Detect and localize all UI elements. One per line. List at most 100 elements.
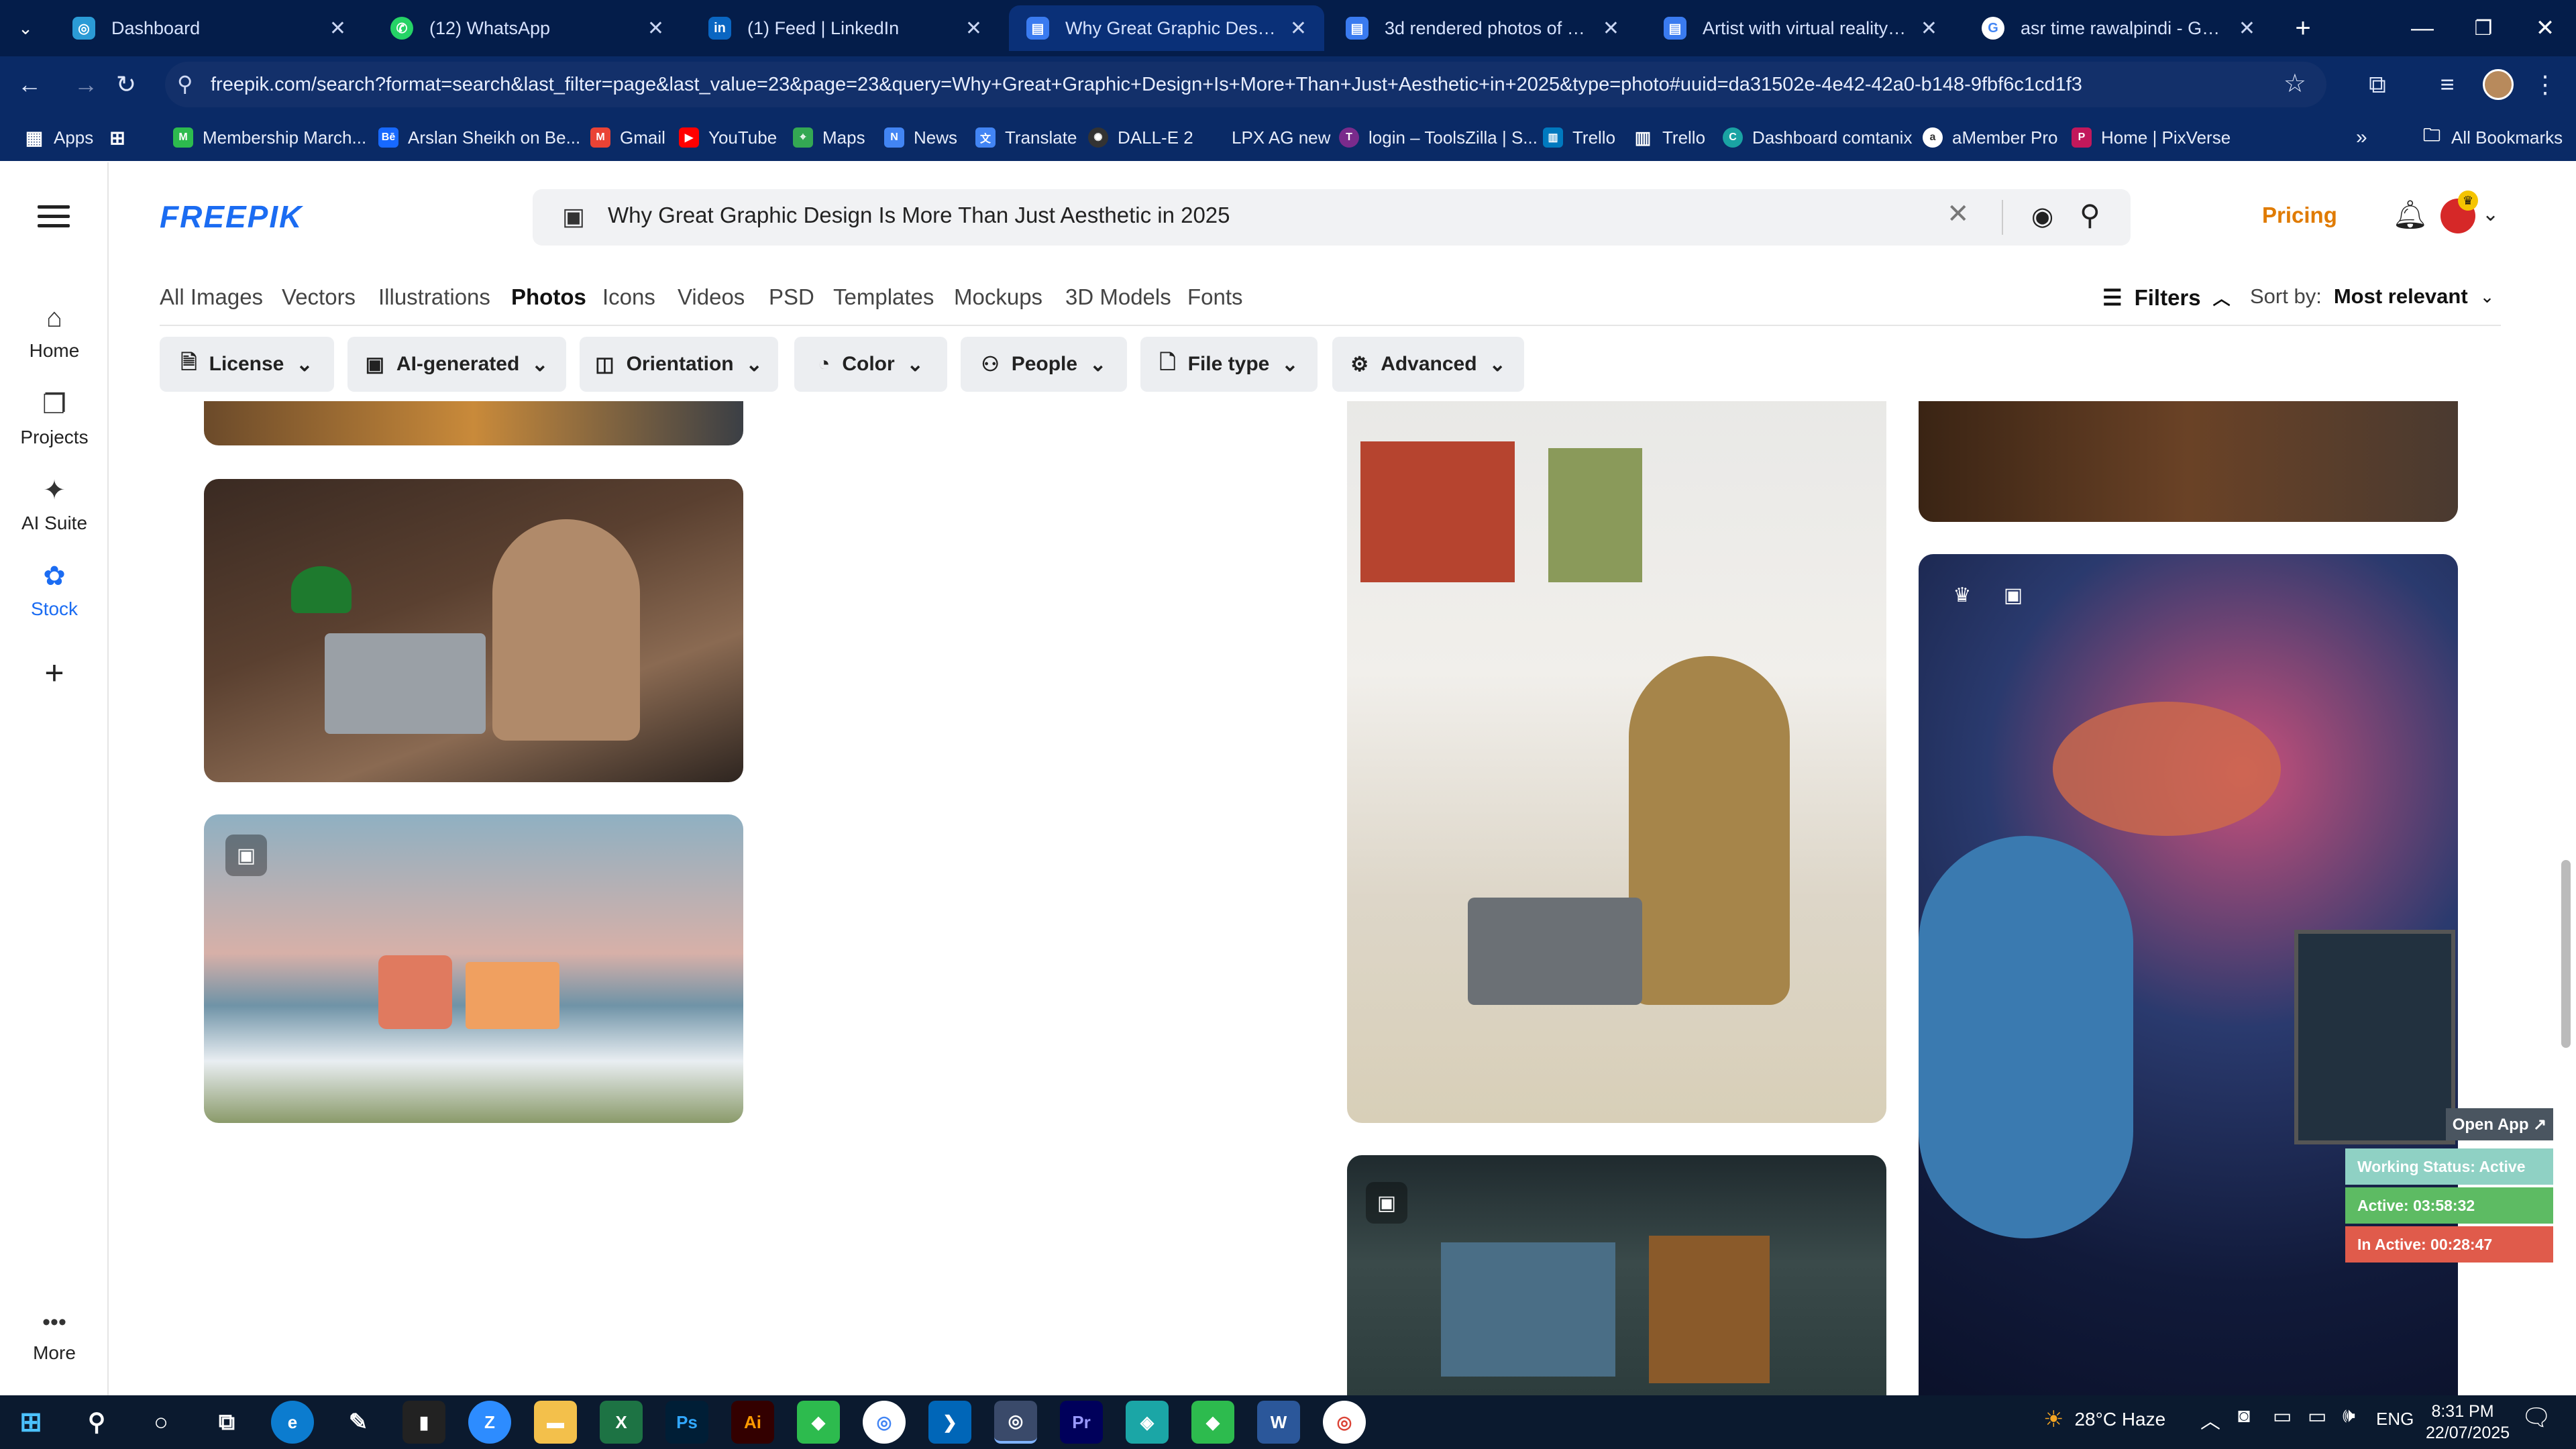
notification-center-icon[interactable]: 🗨︎ bbox=[2521, 1403, 2552, 1432]
green-app-icon[interactable]: ◆ bbox=[797, 1401, 840, 1444]
address-bar[interactable]: ⚲ freepik.com/search?format=search&last_… bbox=[165, 62, 2326, 107]
pricing-link[interactable]: Pricing bbox=[2262, 203, 2337, 228]
extensions-icon[interactable]: ⧉ bbox=[2355, 62, 2400, 107]
filters-toggle[interactable]: ☰ Filters ︿ bbox=[2102, 284, 2231, 311]
filter-advanced[interactable]: ⚙ Advanced ⌄ bbox=[1332, 337, 1524, 392]
terminal-icon[interactable]: ▮ bbox=[402, 1401, 445, 1444]
tab-all-images[interactable]: All Images bbox=[160, 284, 263, 310]
taskbar-search-icon[interactable]: ⚲ bbox=[75, 1401, 118, 1444]
search-bar[interactable]: ▣ Why Great Graphic Design Is More Than … bbox=[533, 189, 2131, 246]
tab-fonts[interactable]: Fonts bbox=[1187, 284, 1243, 310]
camera-search-icon[interactable]: ◉ bbox=[2031, 201, 2053, 231]
tab-3d-models[interactable]: 3D Models bbox=[1065, 284, 1171, 310]
bookmark-trello-2[interactable]: ▥ Trello bbox=[1633, 114, 1705, 161]
browser-tab-dashboard[interactable]: ◎ Dashboard ✕ bbox=[55, 5, 364, 51]
cortana-icon[interactable]: ○ bbox=[140, 1401, 182, 1444]
add-icon[interactable]: + bbox=[0, 653, 109, 692]
bookmark-toolszilla[interactable]: Tlogin – ToolsZilla | S... bbox=[1339, 114, 1538, 161]
all-bookmarks-folder[interactable]: 🗀 All Bookmarks bbox=[2422, 114, 2563, 161]
tab-psd[interactable]: PSD bbox=[769, 284, 814, 310]
sidebar-item-more[interactable]: ••• More bbox=[0, 1309, 109, 1364]
search-icon[interactable]: ⚲ bbox=[2080, 199, 2100, 231]
tab-photos[interactable]: Photos bbox=[511, 284, 586, 310]
premiere-icon[interactable]: Pr bbox=[1060, 1401, 1103, 1444]
bookmark-apps[interactable]: ▦ Apps bbox=[24, 114, 94, 161]
user-avatar[interactable]: ♛ bbox=[2440, 191, 2478, 233]
bookmark-dalle[interactable]: ✺ DALL-E 2 bbox=[1088, 114, 1193, 161]
sidebar-item-home[interactable]: ⌂ Home bbox=[0, 303, 109, 362]
close-window-icon[interactable]: ✕ bbox=[2514, 0, 2576, 56]
filter-people[interactable]: ⚇ People ⌄ bbox=[961, 337, 1127, 392]
teal-app-icon[interactable]: ◈ bbox=[1126, 1401, 1169, 1444]
filter-license[interactable]: 🗎︎ License ⌄ bbox=[160, 337, 334, 392]
site-info-icon[interactable]: ⚲ bbox=[177, 71, 193, 97]
photoshop-icon[interactable]: Ps bbox=[665, 1401, 708, 1444]
sidebar-item-ai-suite[interactable]: ✦ AI Suite bbox=[0, 475, 109, 534]
chrome-icon[interactable]: ◎ bbox=[863, 1401, 906, 1444]
photo-card-fashion-designer[interactable] bbox=[1347, 401, 1886, 1123]
close-tab-icon[interactable]: ✕ bbox=[1603, 17, 1619, 40]
bookmark-lpx[interactable]: LPX AG new bbox=[1202, 114, 1330, 161]
excel-icon[interactable]: X bbox=[600, 1401, 643, 1444]
tab-mockups[interactable]: Mockups bbox=[954, 284, 1042, 310]
open-app-button[interactable]: Open App ↗ bbox=[2446, 1108, 2553, 1140]
close-tab-icon[interactable]: ✕ bbox=[1921, 17, 1937, 40]
windows-start-icon[interactable]: ⊞ bbox=[9, 1401, 52, 1444]
filter-ai-generated[interactable]: ▣ AI-generated ⌄ bbox=[347, 337, 566, 392]
photo-card-illustrated-artist[interactable]: ♛ ▣ bbox=[1919, 554, 2458, 1395]
edge-icon[interactable]: e bbox=[271, 1401, 314, 1444]
close-tab-icon[interactable]: ✕ bbox=[965, 17, 982, 40]
tab-templates[interactable]: Templates bbox=[833, 284, 934, 310]
restore-window-icon[interactable]: ❐ bbox=[2453, 0, 2514, 56]
more-bookmarks-chevron-icon[interactable]: » bbox=[2356, 114, 2367, 161]
tray-battery-icon[interactable]: ▭ bbox=[2308, 1405, 2326, 1428]
bookmark-gmail[interactable]: M Gmail bbox=[590, 114, 665, 161]
search-input[interactable]: Why Great Graphic Design Is More Than Ju… bbox=[608, 203, 1230, 228]
zoom-icon[interactable]: Z bbox=[468, 1401, 511, 1444]
tray-language[interactable]: ENG bbox=[2376, 1409, 2414, 1430]
reload-icon[interactable]: ↻ bbox=[103, 62, 149, 107]
bookmark-comtanix[interactable]: C Dashboard comtanix bbox=[1723, 114, 1912, 161]
filter-file-type[interactable]: 🗋︎ File type ⌄ bbox=[1140, 337, 1318, 392]
word-icon[interactable]: W bbox=[1257, 1401, 1300, 1444]
green-app-icon-2[interactable]: ◆ bbox=[1191, 1401, 1234, 1444]
image-type-icon[interactable]: ▣ bbox=[562, 203, 585, 231]
vscode-icon[interactable]: ❯ bbox=[928, 1401, 971, 1444]
bookmark-tabs-icon[interactable]: ⊞ bbox=[107, 114, 137, 161]
browser-menu-icon[interactable]: ⋮ bbox=[2522, 62, 2568, 107]
bookmark-membership[interactable]: M Membership March... bbox=[173, 114, 366, 161]
filter-orientation[interactable]: ◫ Orientation ⌄ bbox=[580, 337, 778, 392]
tray-chevron-up-icon[interactable]: ︿ bbox=[2200, 1405, 2220, 1434]
close-tab-icon[interactable]: ✕ bbox=[329, 17, 346, 40]
tab-search-chevron-icon[interactable]: ⌄ bbox=[0, 0, 51, 56]
close-tab-icon[interactable]: ✕ bbox=[2239, 17, 2255, 40]
chrome-active-icon[interactable]: ◎ bbox=[994, 1401, 1037, 1444]
hamburger-menu-icon[interactable] bbox=[38, 203, 70, 229]
browser-tab-google-search[interactable]: G asr time rawalpindi - Google Se ✕ bbox=[1964, 5, 2273, 51]
bookmark-star-icon[interactable]: ☆ bbox=[2284, 68, 2306, 99]
tab-icons[interactable]: Icons bbox=[602, 284, 655, 310]
clear-search-icon[interactable]: ✕ bbox=[1947, 199, 1970, 229]
tray-display-icon[interactable]: ▭ bbox=[2273, 1405, 2292, 1428]
minimize-window-icon[interactable]: — bbox=[2392, 0, 2453, 56]
browser-tab-whatsapp[interactable]: ✆ (12) WhatsApp ✕ bbox=[373, 5, 682, 51]
sort-dropdown[interactable]: Sort by: Most relevant ⌄ bbox=[2250, 284, 2494, 309]
bookmark-trello-1[interactable]: ▥ Trello bbox=[1543, 114, 1615, 161]
bookmark-translate[interactable]: 文 Translate bbox=[975, 114, 1077, 161]
bookmark-youtube[interactable]: ▶ YouTube bbox=[679, 114, 777, 161]
chrome-profile-icon[interactable]: ◎ bbox=[1323, 1401, 1366, 1444]
tray-volume-icon[interactable]: 🕪︎ bbox=[2343, 1405, 2355, 1428]
media-controls-icon[interactable]: ≡ bbox=[2424, 62, 2470, 107]
notifications-bell-icon[interactable]: 🔔︎ bbox=[2392, 199, 2428, 231]
sidebar-item-projects[interactable]: ❐ Projects bbox=[0, 389, 109, 448]
sidebar-item-stock[interactable]: ✿ Stock bbox=[0, 561, 109, 620]
forward-icon[interactable]: → bbox=[63, 62, 109, 107]
tray-clock[interactable]: 8:31 PM 22/07/2025 bbox=[2426, 1401, 2510, 1444]
tab-vectors[interactable]: Vectors bbox=[282, 284, 356, 310]
new-tab-icon[interactable]: + bbox=[2274, 0, 2332, 56]
bookmark-amember[interactable]: a aMember Pro bbox=[1923, 114, 2058, 161]
task-view-icon[interactable]: ⧉ bbox=[205, 1401, 248, 1444]
account-chevron-down-icon[interactable]: ⌄ bbox=[2482, 203, 2499, 226]
file-explorer-icon[interactable]: ▬ bbox=[534, 1401, 577, 1444]
tab-illustrations[interactable]: Illustrations bbox=[378, 284, 490, 310]
